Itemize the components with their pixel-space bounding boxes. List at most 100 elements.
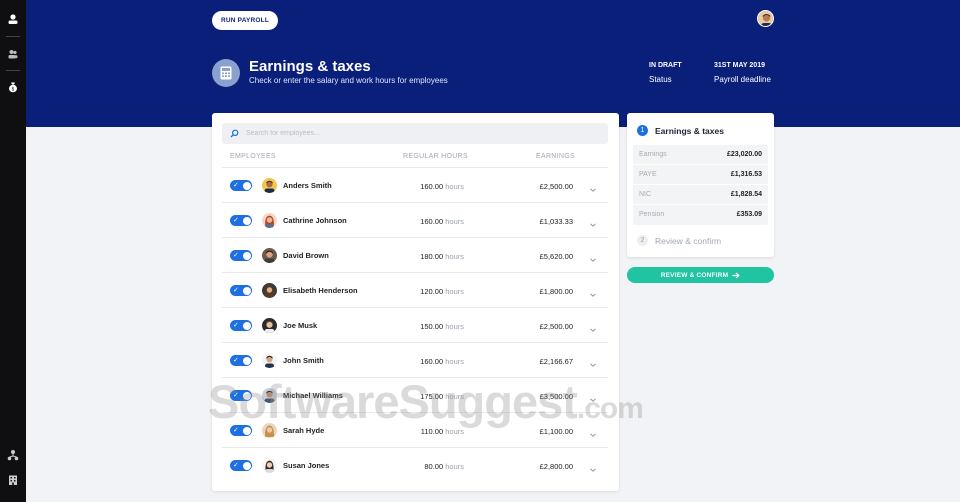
chevron-down-icon[interactable]: [589, 356, 597, 367]
employee-name: Elisabeth Henderson: [283, 286, 358, 295]
regular-hours[interactable]: 160.00 hours: [392, 182, 464, 191]
include-toggle[interactable]: ✓: [230, 355, 252, 366]
chevron-down-icon[interactable]: [589, 216, 597, 227]
check-icon: ✓: [233, 252, 239, 259]
regular-hours[interactable]: 160.00 hours: [392, 357, 464, 366]
column-header-earnings: EARNINGS: [536, 153, 575, 160]
deadline-value: 31ST MAY 2019: [714, 62, 765, 69]
svg-text:$: $: [11, 86, 14, 92]
rail-divider: [6, 70, 20, 71]
chevron-down-icon[interactable]: [589, 251, 597, 262]
employee-name: Cathrine Johnson: [283, 216, 347, 225]
status-value: IN DRAFT: [649, 62, 682, 69]
chevron-down-icon[interactable]: [589, 461, 597, 472]
employee-avatar: [262, 318, 277, 333]
include-toggle[interactable]: ✓: [230, 285, 252, 296]
search-icon: [230, 125, 239, 143]
step-label-review[interactable]: Review & confirm: [655, 236, 721, 246]
chevron-down-icon[interactable]: [589, 286, 597, 297]
include-toggle[interactable]: ✓: [230, 215, 252, 226]
total-row: PAYE £1,316.53: [633, 165, 768, 185]
employee-earnings: £1,033.33: [539, 217, 573, 226]
user-icon[interactable]: [6, 12, 20, 26]
employees-card: EMPLOYEES REGULAR HOURS EARNINGS ✓ Ander…: [212, 113, 619, 491]
page-header: [26, 0, 960, 127]
employee-earnings: £1,800.00: [539, 287, 573, 296]
step-number: 1: [637, 125, 648, 136]
employee-avatar: [262, 213, 277, 228]
profile-avatar[interactable]: [757, 10, 774, 27]
team-icon[interactable]: [6, 47, 20, 61]
check-icon: ✓: [233, 462, 239, 469]
employee-avatar: [262, 283, 277, 298]
check-icon: ✓: [233, 182, 239, 189]
toggle-knob: [242, 321, 251, 330]
employee-avatar: [262, 248, 277, 263]
arrow-right-icon: [732, 272, 740, 279]
table-row[interactable]: ✓ Anders Smith 160.00 hours £2,500.00: [212, 168, 619, 203]
employee-avatar: [262, 353, 277, 368]
toggle-knob: [242, 251, 251, 260]
table-row[interactable]: ✓ Joe Musk 150.00 hours £2,500.00: [212, 308, 619, 343]
column-header-employees: EMPLOYEES: [230, 153, 276, 160]
status-label: Status: [649, 75, 672, 84]
total-row: NIC £1,828.54: [633, 185, 768, 205]
column-header-hours: REGULAR HOURS: [403, 153, 468, 160]
employee-avatar: [262, 178, 277, 193]
step-label-earnings: Earnings & taxes: [655, 126, 724, 136]
review-confirm-button[interactable]: REVIEW & CONFIRM: [627, 267, 774, 283]
page-subtitle: Check or enter the salary and work hours…: [249, 76, 448, 85]
total-row: Pension £353.09: [639, 211, 762, 218]
include-toggle[interactable]: ✓: [230, 250, 252, 261]
page-title: Earnings & taxes: [249, 58, 371, 75]
regular-hours[interactable]: 150.00 hours: [392, 322, 464, 331]
total-row: Earnings £23,020.00: [633, 145, 768, 165]
table-row[interactable]: ✓ Cathrine Johnson 160.00 hours £1,033.3…: [212, 203, 619, 238]
search-input[interactable]: [246, 130, 586, 137]
employee-name: Susan Jones: [283, 461, 330, 470]
employee-name: David Brown: [283, 251, 329, 260]
regular-hours[interactable]: 160.00 hours: [392, 217, 464, 226]
check-icon: ✓: [233, 357, 239, 364]
org-chart-icon[interactable]: [6, 448, 20, 462]
employee-name: John Smith: [283, 356, 324, 365]
review-confirm-label: REVIEW & CONFIRM: [660, 271, 729, 279]
include-toggle[interactable]: ✓: [230, 320, 252, 331]
table-row[interactable]: ✓ David Brown 180.00 hours £5,620.00: [212, 238, 619, 273]
step-number: 2: [637, 235, 648, 246]
summary-panel: 1 Earnings & taxes Earnings £23,020.00 PA…: [627, 113, 774, 257]
calculator-icon: [212, 59, 240, 87]
include-toggle[interactable]: ✓: [230, 180, 252, 191]
run-payroll-button[interactable]: RUN PAYROLL: [212, 11, 278, 30]
table-row[interactable]: ✓ Elisabeth Henderson 120.00 hours £1,80…: [212, 273, 619, 308]
watermark: SoftwareSuggest.com: [208, 375, 644, 428]
table-row[interactable]: ✓ Susan Jones 80.00 hours £2,800.00: [212, 448, 619, 483]
regular-hours[interactable]: 120.00 hours: [392, 287, 464, 296]
building-icon[interactable]: [6, 473, 20, 487]
regular-hours[interactable]: 80.00 hours: [392, 462, 464, 471]
employee-earnings: £2,800.00: [539, 462, 573, 471]
employee-avatar: [262, 458, 277, 473]
deadline-label: Payroll deadline: [714, 75, 771, 84]
employee-name: Joe Musk: [283, 321, 318, 330]
toggle-knob: [242, 461, 251, 470]
toggle-knob: [242, 286, 251, 295]
totals-box: Earnings £23,020.00 PAYE £1,316.53 NIC £1,8…: [633, 145, 768, 225]
toggle-knob: [242, 356, 251, 365]
check-icon: ✓: [233, 287, 239, 294]
employee-earnings: £2,500.00: [539, 322, 573, 331]
side-rail: $: [0, 0, 26, 502]
chevron-down-icon[interactable]: [589, 321, 597, 332]
rail-divider: [6, 36, 20, 37]
chevron-down-icon[interactable]: [589, 181, 597, 192]
employee-earnings: £2,500.00: [539, 182, 573, 191]
check-icon: ✓: [233, 322, 239, 329]
regular-hours[interactable]: 180.00 hours: [392, 252, 464, 261]
toggle-knob: [242, 216, 251, 225]
employee-earnings: £5,620.00: [539, 252, 573, 261]
include-toggle[interactable]: ✓: [230, 460, 252, 471]
toggle-knob: [242, 181, 251, 190]
table-row[interactable]: ✓ John Smith 160.00 hours £2,166.67: [212, 343, 619, 378]
money-bag-icon[interactable]: $: [6, 80, 20, 94]
search-bar: [222, 123, 608, 144]
